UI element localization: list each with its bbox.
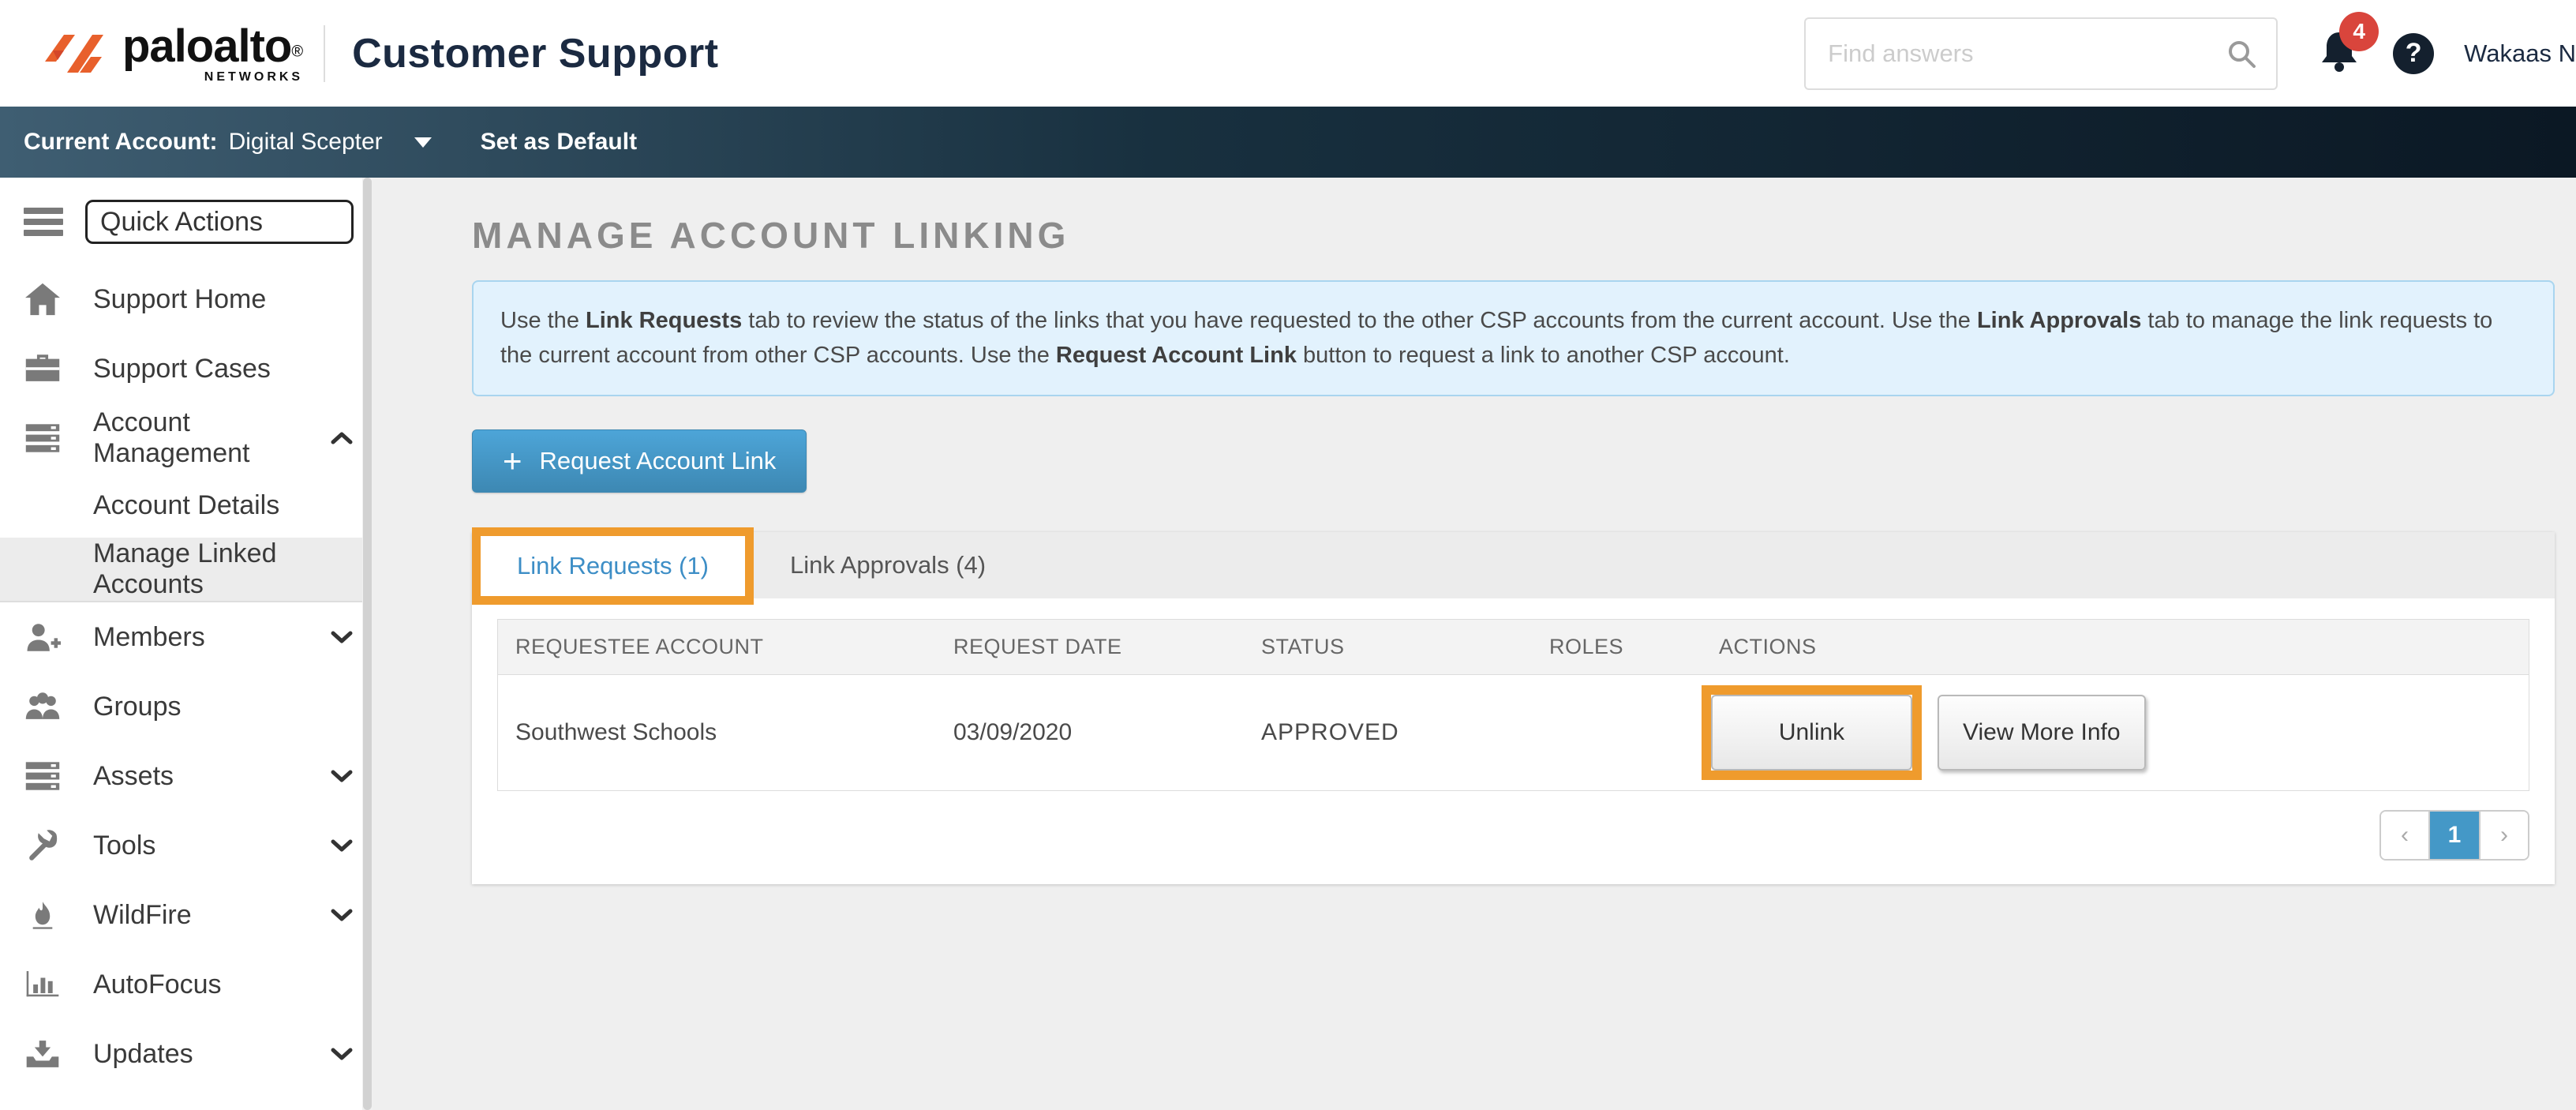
- notification-count-badge: 4: [2339, 12, 2379, 51]
- link-requests-table: REQUESTEE ACCOUNT REQUEST DATE STATUS RO…: [497, 619, 2529, 791]
- page-title: MANAGE ACCOUNT LINKING: [472, 214, 2555, 257]
- sidebar-item-autofocus[interactable]: AutoFocus: [0, 950, 373, 1019]
- briefcase-icon: [22, 350, 63, 388]
- chevron-down-icon[interactable]: [330, 629, 354, 645]
- sidebar-item-wildfire[interactable]: WildFire: [0, 880, 373, 950]
- help-icon[interactable]: ?: [2393, 33, 2434, 74]
- assets-server-icon: [22, 757, 63, 795]
- person-add-icon: [22, 618, 63, 656]
- header-divider: [324, 25, 325, 82]
- flame-icon: [22, 896, 63, 934]
- sidebar-item-account-management[interactable]: Account Management: [0, 403, 373, 473]
- annotation-highlight-unlink: Unlink: [1702, 685, 1922, 780]
- page-app-title: Customer Support: [352, 30, 718, 77]
- cell-requestee-account: Southwest Schools: [498, 719, 936, 746]
- chevron-down-icon[interactable]: [330, 1046, 354, 1062]
- find-answers-search[interactable]: [1804, 17, 2278, 90]
- server-list-icon: [22, 419, 63, 457]
- current-account-name[interactable]: Digital Scepter: [229, 129, 383, 156]
- linking-card: Link Requests (1) Link Approvals (4) REQ…: [472, 532, 2555, 884]
- quick-actions-button[interactable]: Quick Actions: [85, 200, 354, 244]
- view-more-info-button[interactable]: View More Info: [1938, 695, 2146, 771]
- sidebar-item-assets[interactable]: Assets: [0, 741, 373, 811]
- notifications-button[interactable]: 4: [2319, 29, 2360, 77]
- search-input[interactable]: [1828, 39, 2226, 68]
- tab-link-requests[interactable]: Link Requests (1): [481, 536, 745, 596]
- chevron-down-icon[interactable]: [330, 838, 354, 853]
- sidebar-item-updates[interactable]: Updates: [0, 1019, 373, 1089]
- table-header-row: REQUESTEE ACCOUNT REQUEST DATE STATUS RO…: [498, 620, 2529, 675]
- hamburger-menu-icon[interactable]: [24, 208, 63, 236]
- tab-link-approvals[interactable]: Link Approvals (4): [754, 532, 1022, 598]
- download-icon: [22, 1035, 63, 1073]
- pagination-page-1[interactable]: 1: [2430, 812, 2479, 859]
- chevron-right-icon: ›: [2500, 822, 2508, 849]
- table-row: Southwest Schools 03/09/2020 APPROVED Un…: [498, 675, 2529, 790]
- wrench-icon: [22, 827, 63, 864]
- col-roles: ROLES: [1532, 635, 1702, 659]
- pagination-next-button[interactable]: ›: [2479, 812, 2528, 859]
- sidebar-item-manage-linked-accounts[interactable]: Manage Linked Accounts: [0, 538, 373, 602]
- tab-strip: Link Requests (1) Link Approvals (4): [472, 532, 2555, 598]
- sidebar-item-support-cases[interactable]: Support Cases: [0, 334, 373, 403]
- unlink-button[interactable]: Unlink: [1711, 695, 1912, 771]
- paloalto-logo[interactable]: paloalto® NETWORKS: [43, 24, 303, 84]
- sidebar-scrollbar[interactable]: [362, 178, 373, 1110]
- account-dropdown-caret-icon[interactable]: [414, 137, 432, 148]
- info-banner: Use the Link Requests tab to review the …: [472, 280, 2555, 396]
- sidebar-item-groups[interactable]: Groups: [0, 672, 373, 741]
- home-icon: [22, 280, 63, 318]
- cell-actions: Unlink View More Info: [1702, 685, 2529, 780]
- chevron-left-icon: ‹: [2401, 822, 2409, 849]
- brand-name: paloalto: [122, 21, 291, 72]
- search-icon[interactable]: [2226, 38, 2257, 69]
- sidebar-item-members[interactable]: Members: [0, 602, 373, 672]
- brand-sub: NETWORKS: [204, 71, 303, 84]
- col-requestee-account: REQUESTEE ACCOUNT: [498, 635, 936, 659]
- chevron-up-icon[interactable]: [330, 430, 354, 446]
- chevron-down-icon[interactable]: [330, 768, 354, 784]
- request-account-link-button[interactable]: + Request Account Link: [472, 429, 807, 493]
- col-status: STATUS: [1244, 635, 1532, 659]
- plus-icon: +: [503, 444, 522, 478]
- cell-status: APPROVED: [1244, 719, 1532, 746]
- sidebar-nav: Quick Actions Support Home Support Cases…: [0, 178, 373, 1110]
- main-content: MANAGE ACCOUNT LINKING Use the Link Requ…: [373, 178, 2576, 1110]
- current-account-label: Current Account:: [24, 129, 218, 156]
- col-request-date: REQUEST DATE: [936, 635, 1244, 659]
- sidebar-item-tools[interactable]: Tools: [0, 811, 373, 880]
- user-menu[interactable]: Wakaas N: [2464, 39, 2576, 68]
- set-as-default-button[interactable]: Set as Default: [481, 129, 637, 156]
- sidebar-item-support-home[interactable]: Support Home: [0, 264, 373, 334]
- top-header: paloalto® NETWORKS Customer Support 4 ? …: [0, 0, 2576, 107]
- current-account-bar: Current Account: Digital Scepter Set as …: [0, 107, 2576, 178]
- people-icon: [22, 688, 63, 726]
- col-actions: ACTIONS: [1702, 635, 2529, 659]
- pagination-prev-button[interactable]: ‹: [2381, 812, 2430, 859]
- pagination: ‹ 1 ›: [472, 791, 2555, 884]
- brand-registered-mark: ®: [291, 43, 303, 60]
- cell-request-date: 03/09/2020: [936, 719, 1244, 746]
- paloalto-logo-icon: [43, 24, 111, 84]
- annotation-highlight-link-requests: Link Requests (1): [472, 527, 754, 605]
- sidebar-item-account-details[interactable]: Account Details: [0, 473, 373, 538]
- chevron-down-icon[interactable]: [330, 907, 354, 923]
- bar-chart-icon: [22, 966, 63, 1003]
